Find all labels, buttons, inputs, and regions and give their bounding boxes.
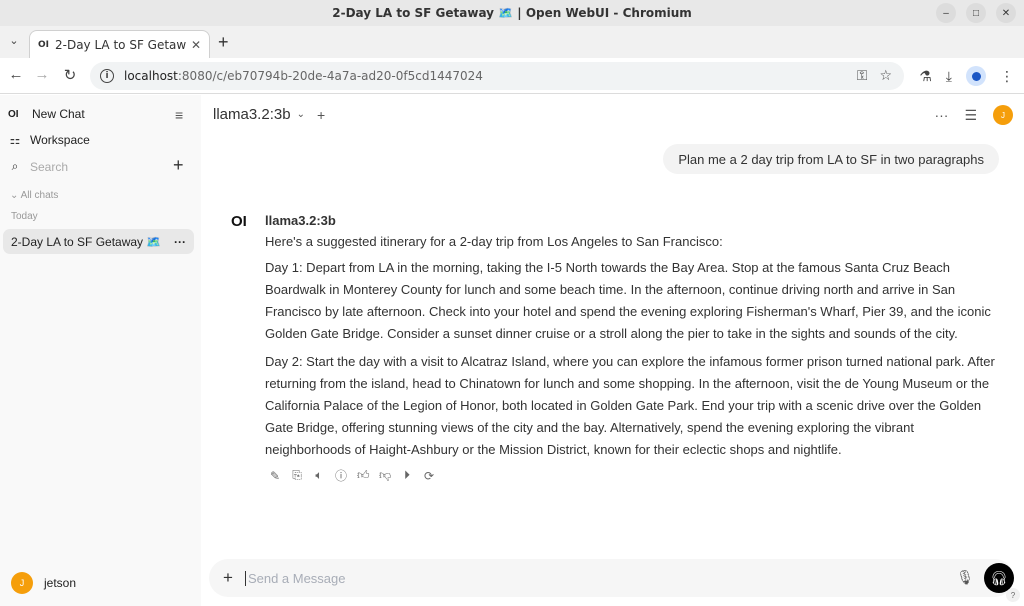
copy-icon[interactable]: ⎘ xyxy=(291,468,303,483)
user-menu[interactable]: J jetson xyxy=(11,572,76,594)
thumbs-down-icon[interactable]: 👎︎ xyxy=(379,468,391,483)
all-chats-toggle[interactable]: ⌄ All chats xyxy=(10,190,58,201)
section-today: Today xyxy=(11,211,38,222)
minimize-button[interactable]: – xyxy=(936,3,956,23)
search-placeholder: Search xyxy=(30,159,69,174)
message-composer: + 🎙︎ 🎧︎ xyxy=(209,559,1014,597)
forward-icon: → xyxy=(34,66,50,83)
window-controls: – □ ✕ xyxy=(936,3,1016,23)
menu-lines-icon: ≡ xyxy=(175,107,184,123)
maximize-icon: □ xyxy=(972,7,980,19)
chevron-down-icon: ⌄ xyxy=(10,190,19,201)
new-tab-button[interactable]: + xyxy=(218,32,229,53)
back-icon: ← xyxy=(8,66,24,83)
chat-title: 2-Day LA to SF Getaway 🗺️ xyxy=(11,234,162,249)
close-icon: ✕ xyxy=(1001,7,1011,19)
address-bar[interactable]: i localhost:8080/c/eb70794b-20de-4a7a-ad… xyxy=(90,62,904,90)
workspace-icon: ⚏ xyxy=(9,133,21,147)
password-key-icon[interactable]: ⚿ xyxy=(857,68,868,84)
chat-list-item[interactable]: 2-Day LA to SF Getaway 🗺️ ··· xyxy=(3,229,194,254)
regenerate-icon[interactable]: ⟳ xyxy=(423,469,435,483)
model-name: llama3.2:3b xyxy=(213,106,291,123)
maximize-button[interactable]: □ xyxy=(966,3,986,23)
new-chat-label: New Chat xyxy=(32,107,85,121)
continue-icon[interactable]: ⏵ xyxy=(401,468,413,483)
model-selector[interactable]: llama3.2:3b ⌄ + xyxy=(213,106,325,123)
profile-icon[interactable] xyxy=(966,66,986,86)
info-icon[interactable]: i xyxy=(100,69,114,83)
chat-main: llama3.2:3b ⌄ + ··· ☰ J Plan me a 2 day … xyxy=(201,95,1024,606)
all-chats-label: All chats xyxy=(20,190,59,201)
chevron-down-icon: ⌄ xyxy=(296,109,305,120)
assistant-model-name: llama3.2:3b xyxy=(265,213,336,228)
read-aloud-icon[interactable]: 🔈︎ xyxy=(313,468,325,483)
tab-favicon: OI xyxy=(38,39,49,50)
back-button[interactable]: ← xyxy=(6,66,26,83)
sidebar: OI New Chat ≡ ⚏ Workspace ⌕ Search + ⌄ A… xyxy=(0,95,201,606)
help-button[interactable]: ? xyxy=(1006,588,1020,602)
tab-close-icon[interactable]: ✕ xyxy=(191,38,201,52)
menu-icon[interactable]: ⋮ xyxy=(1000,68,1014,85)
workspace-button[interactable]: ⚏ Workspace xyxy=(8,133,90,147)
chevron-down-icon: ⌄ xyxy=(9,35,19,47)
more-options-icon[interactable]: ··· xyxy=(934,107,948,123)
tab-title: 2-Day LA to SF Getaway 🗺️ | Open WebUI xyxy=(55,37,187,52)
header-user-avatar[interactable]: J xyxy=(993,105,1013,125)
plus-icon: + xyxy=(218,32,229,52)
minimize-icon: – xyxy=(943,7,949,19)
openwebui-logo: OI xyxy=(8,108,19,120)
search-icon: ⌕ xyxy=(11,159,19,173)
edit-icon[interactable]: ✎ xyxy=(269,469,281,483)
info-icon[interactable]: ⓘ xyxy=(335,467,347,484)
plus-icon: + xyxy=(173,155,184,175)
thumbs-up-icon[interactable]: 👍︎ xyxy=(357,468,370,483)
attach-plus-icon[interactable]: + xyxy=(223,568,233,588)
url-path: :8080/c/eb70794b-20de-4a7a-ad20-0f5cd144… xyxy=(177,69,483,83)
url-host: localhost xyxy=(124,69,178,83)
message-input[interactable] xyxy=(244,570,935,586)
headphones-icon: 🎧︎ xyxy=(990,569,1008,586)
new-chat-button[interactable]: OI New Chat xyxy=(8,107,85,121)
message-actions: ✎ ⎘ 🔈︎ ⓘ 👍︎ 👎︎ ⏵ ⟳ xyxy=(265,467,1001,484)
response-paragraph: Day 2: Start the day with a visit to Alc… xyxy=(265,354,995,457)
labs-flask-icon[interactable]: ⚗ xyxy=(919,68,932,85)
close-window-button[interactable]: ✕ xyxy=(996,3,1016,23)
assistant-logo: OI xyxy=(231,213,247,230)
window-title: 2-Day LA to SF Getaway 🗺️ | Open WebUI -… xyxy=(332,6,692,20)
new-folder-button[interactable]: + xyxy=(173,155,184,176)
download-icon[interactable]: ⤓ xyxy=(946,68,952,85)
reload-icon: ↻ xyxy=(63,67,77,84)
user-avatar: J xyxy=(11,572,33,594)
user-name: jetson xyxy=(44,576,77,590)
microphone-icon[interactable]: 🎙︎ xyxy=(956,569,974,586)
reload-button[interactable]: ↻ xyxy=(60,66,80,84)
response-paragraph: Day 1: Depart from LA in the morning, ta… xyxy=(265,260,991,341)
user-message: Plan me a 2 day trip from LA to SF in tw… xyxy=(663,144,999,174)
search-field[interactable]: ⌕ Search xyxy=(8,159,68,174)
response-paragraph: Here's a suggested itinerary for a 2-day… xyxy=(265,234,723,249)
add-model-button[interactable]: + xyxy=(317,107,325,123)
forward-button[interactable]: → xyxy=(32,66,52,83)
bookmark-star-icon[interactable]: ☆ xyxy=(879,68,892,84)
tab-strip: ⌄ OI 2-Day LA to SF Getaway 🗺️ | Open We… xyxy=(0,26,1024,58)
sidebar-toggle-button[interactable]: ≡ xyxy=(175,107,183,123)
browser-tab-active[interactable]: OI 2-Day LA to SF Getaway 🗺️ | Open WebU… xyxy=(29,30,210,58)
header-actions: ··· ☰ J xyxy=(934,105,1013,125)
window-titlebar: 2-Day LA to SF Getaway 🗺️ | Open WebUI -… xyxy=(0,0,1024,26)
tab-search-button[interactable]: ⌄ xyxy=(6,34,22,47)
controls-sliders-icon[interactable]: ☰ xyxy=(964,107,977,124)
workspace-label: Workspace xyxy=(30,133,90,147)
more-options-icon[interactable]: ··· xyxy=(174,235,186,249)
browser-toolbar: ← → ↻ i localhost:8080/c/eb70794b-20de-4… xyxy=(0,58,1024,94)
